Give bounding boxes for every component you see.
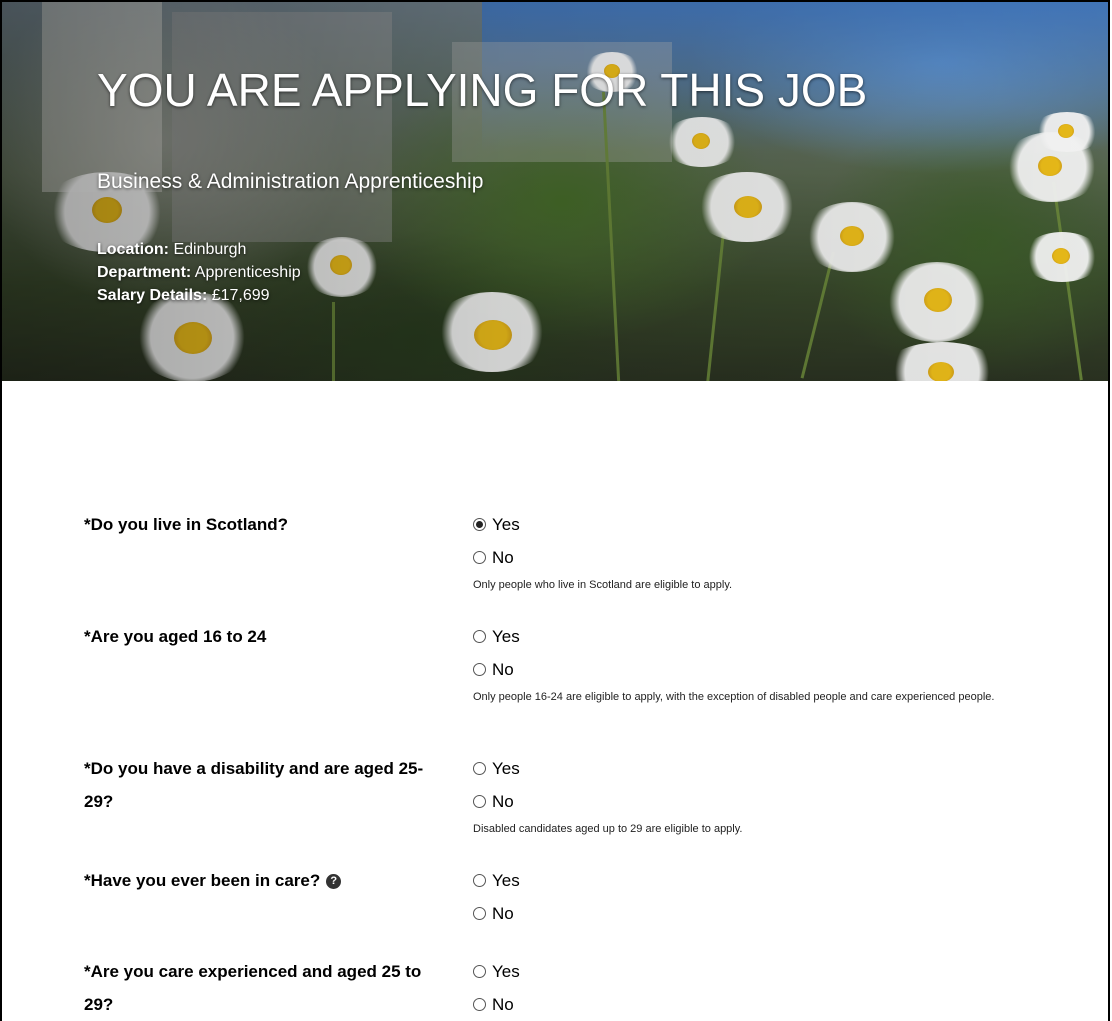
page-title: YOU ARE APPLYING FOR THIS JOB xyxy=(97,64,868,116)
radio-empty-icon[interactable] xyxy=(473,795,486,808)
radio-group-disability-25-29: Yes No Disabled candidates aged up to 29… xyxy=(473,752,1033,838)
radio-group-care-experienced-25-29: Yes No xyxy=(473,955,1033,1021)
radio-label: Yes xyxy=(492,961,520,981)
job-title: Business & Administration Apprenticeship xyxy=(97,170,484,193)
eligibility-form: *Do you live in Scotland? Yes No Only pe… xyxy=(2,381,1108,1021)
eligibility-note: Only people who live in Scotland are eli… xyxy=(473,579,733,591)
radio-option-yes[interactable]: Yes xyxy=(473,864,1033,897)
radio-label: No xyxy=(492,659,514,679)
hero-banner: YOU ARE APPLYING FOR THIS JOB Business &… xyxy=(2,2,1108,381)
radio-option-yes[interactable]: Yes xyxy=(473,955,1033,988)
radio-label: Yes xyxy=(492,758,520,778)
radio-option-no[interactable]: No xyxy=(473,785,1033,818)
radio-empty-icon[interactable] xyxy=(473,630,486,643)
radio-label: No xyxy=(492,791,514,811)
radio-empty-icon[interactable] xyxy=(473,907,486,920)
radio-group-live-in-scotland: Yes No Only people who live in Scotland … xyxy=(473,508,1033,594)
salary-row: Salary Details: £17,699 xyxy=(97,284,301,307)
department-value: Apprenticeship xyxy=(194,264,301,281)
radio-label: No xyxy=(492,994,514,1014)
radio-empty-icon[interactable] xyxy=(473,998,486,1011)
job-details: Location: Edinburgh Department: Apprenti… xyxy=(97,238,301,307)
location-value: Edinburgh xyxy=(173,241,247,258)
radio-empty-icon[interactable] xyxy=(473,965,486,978)
radio-group-aged-16-24: Yes No Only people 16-24 are eligible to… xyxy=(473,620,1033,706)
question-label-disability-25-29: *Do you have a disability and are aged 2… xyxy=(84,759,424,811)
radio-option-yes[interactable]: Yes xyxy=(473,752,1033,785)
salary-value: £17,699 xyxy=(211,287,270,304)
question-circle-icon[interactable]: ? xyxy=(326,874,342,890)
radio-empty-icon[interactable] xyxy=(473,663,486,676)
radio-option-yes[interactable]: Yes xyxy=(473,620,1033,653)
radio-empty-icon[interactable] xyxy=(473,874,486,887)
question-label-care-experienced-25-29: *Are you care experienced and aged 25 to… xyxy=(84,962,422,1014)
radio-empty-icon[interactable] xyxy=(473,551,486,564)
radio-label: Yes xyxy=(492,514,520,534)
radio-label: Yes xyxy=(492,870,520,890)
radio-option-no[interactable]: No xyxy=(473,988,1033,1021)
radio-selected-icon[interactable] xyxy=(473,518,486,531)
eligibility-note: Only people 16-24 are eligible to apply,… xyxy=(473,691,995,703)
radio-empty-icon[interactable] xyxy=(473,762,486,775)
question-label-aged-16-24: *Are you aged 16 to 24 xyxy=(84,627,267,646)
question-label-live-in-scotland: *Do you live in Scotland? xyxy=(84,515,289,534)
location-row: Location: Edinburgh xyxy=(97,238,301,261)
radio-option-no[interactable]: No xyxy=(473,897,1033,930)
question-label-been-in-care: *Have you ever been in care?? xyxy=(84,864,444,897)
department-label: Department: xyxy=(97,264,192,281)
radio-option-no[interactable]: No xyxy=(473,541,1033,574)
department-row: Department: Apprenticeship xyxy=(97,261,301,284)
eligibility-note: Disabled candidates aged up to 29 are el… xyxy=(473,823,743,835)
location-label: Location: xyxy=(97,241,169,258)
radio-option-yes[interactable]: Yes xyxy=(473,508,1033,541)
radio-label: Yes xyxy=(492,626,520,646)
question-text: *Have you ever been in care? xyxy=(84,871,321,890)
radio-label: No xyxy=(492,547,514,567)
hero-title-block: YOU ARE APPLYING FOR THIS JOB xyxy=(97,62,867,118)
radio-option-no[interactable]: No xyxy=(473,653,1033,686)
radio-label: No xyxy=(492,903,514,923)
radio-group-been-in-care: Yes No xyxy=(473,864,1033,930)
page-frame: YOU ARE APPLYING FOR THIS JOB Business &… xyxy=(0,0,1110,1021)
salary-label: Salary Details: xyxy=(97,287,208,304)
